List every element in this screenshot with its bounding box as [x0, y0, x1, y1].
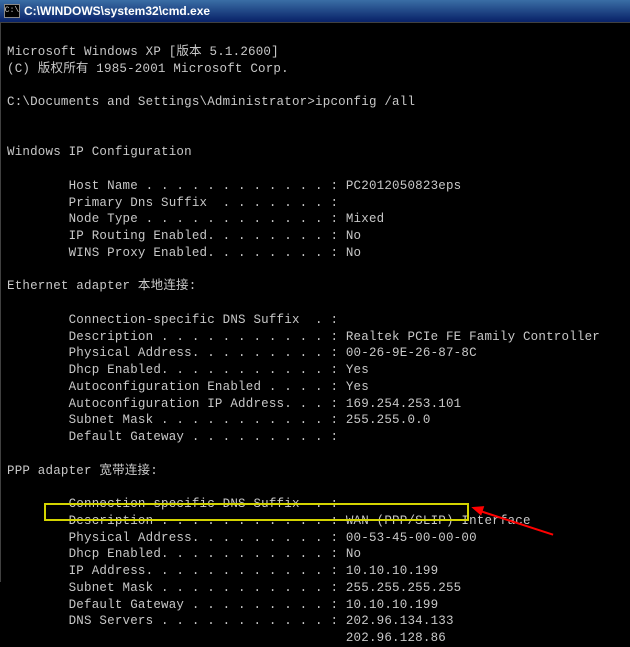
- eth-autoconfig-ip-line: Autoconfiguration IP Address. . . : 169.…: [7, 397, 461, 411]
- title-bar[interactable]: C:\ C:\WINDOWS\system32\cmd.exe: [0, 0, 630, 22]
- eth-physical-address-line: Physical Address. . . . . . . . . : 00-2…: [7, 346, 477, 360]
- eth-subnet-mask-line: Subnet Mask . . . . . . . . . . . : 255.…: [7, 413, 431, 427]
- eth-description-line: Description . . . . . . . . . . . : Real…: [7, 330, 600, 344]
- node-type-line: Node Type . . . . . . . . . . . . : Mixe…: [7, 212, 384, 226]
- terminal-output[interactable]: Microsoft Windows XP [版本 5.1.2600] (C) 版…: [1, 23, 630, 647]
- cmd-icon: C:\: [4, 4, 20, 18]
- copyright-line: (C) 版权所有 1985-2001 Microsoft Corp.: [7, 62, 289, 76]
- eth-autoconfig-enabled-line: Autoconfiguration Enabled . . . . : Yes: [7, 380, 369, 394]
- section-ethernet-adapter: Ethernet adapter 本地连接:: [7, 279, 196, 293]
- command-prompt-line: C:\Documents and Settings\Administrator>…: [7, 95, 415, 109]
- ppp-subnet-mask-line: Subnet Mask . . . . . . . . . . . : 255.…: [7, 581, 461, 595]
- ppp-dns-suffix-line: Connection-specific DNS Suffix . :: [7, 497, 338, 511]
- eth-dhcp-line: Dhcp Enabled. . . . . . . . . . . : Yes: [7, 363, 369, 377]
- ppp-physical-address-line: Physical Address. . . . . . . . . : 00-5…: [7, 531, 477, 545]
- window-title: C:\WINDOWS\system32\cmd.exe: [24, 4, 210, 18]
- wins-proxy-line: WINS Proxy Enabled. . . . . . . . : No: [7, 246, 361, 260]
- ppp-default-gateway-line: Default Gateway . . . . . . . . . : 10.1…: [7, 598, 438, 612]
- ppp-ip-address-line: IP Address. . . . . . . . . . . . : 10.1…: [7, 564, 438, 578]
- eth-default-gateway-line: Default Gateway . . . . . . . . . :: [7, 430, 338, 444]
- os-version-line: Microsoft Windows XP [版本 5.1.2600]: [7, 45, 279, 59]
- ppp-dns-servers-line-2: 202.96.128.86: [7, 631, 446, 645]
- ppp-dns-servers-line-1: DNS Servers . . . . . . . . . . . : 202.…: [7, 614, 454, 628]
- host-name-line: Host Name . . . . . . . . . . . . : PC20…: [7, 179, 461, 193]
- eth-dns-suffix-line: Connection-specific DNS Suffix . :: [7, 313, 338, 327]
- section-ppp-adapter: PPP adapter 宽带连接:: [7, 464, 158, 478]
- ppp-dhcp-line: Dhcp Enabled. . . . . . . . . . . : No: [7, 547, 361, 561]
- ip-routing-line: IP Routing Enabled. . . . . . . . : No: [7, 229, 361, 243]
- primary-dns-suffix-line: Primary Dns Suffix . . . . . . . :: [7, 196, 338, 210]
- ppp-description-line: Description . . . . . . . . . . . : WAN …: [7, 514, 531, 528]
- section-windows-ip-config: Windows IP Configuration: [7, 145, 192, 159]
- client-area: Microsoft Windows XP [版本 5.1.2600] (C) 版…: [0, 22, 630, 582]
